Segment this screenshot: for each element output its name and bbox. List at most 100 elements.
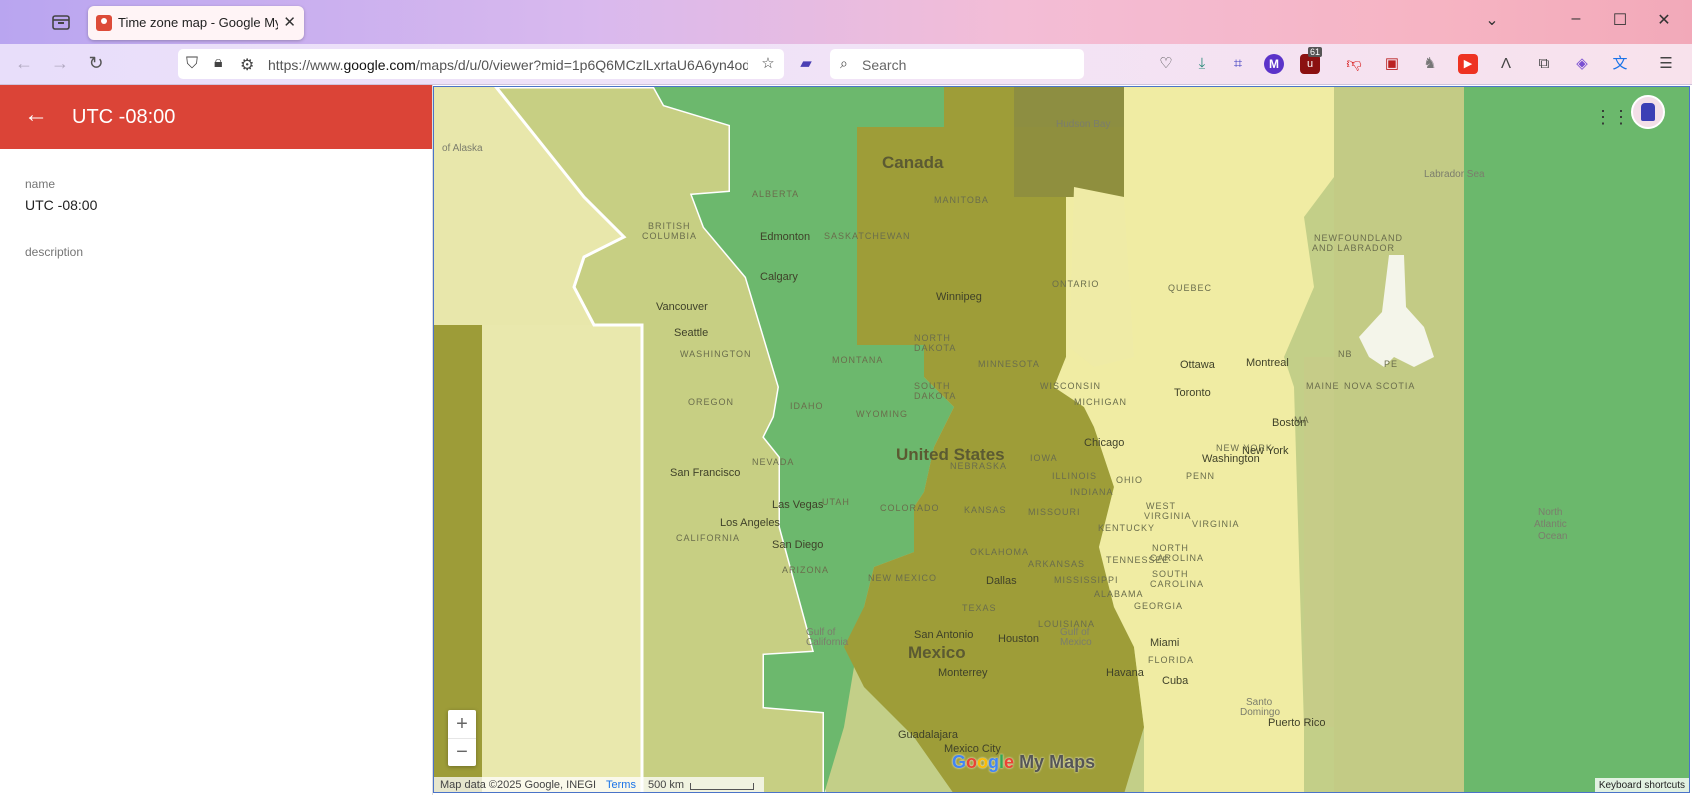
map-label: ALABAMA [1094,589,1144,599]
map-label: WYOMING [856,409,908,419]
map-label-city: Monterrey [938,667,988,679]
zone-far-east-green[interactable] [1464,87,1690,793]
map-label: NB [1338,349,1353,359]
name-field-value: UTC -08:00 [25,197,98,213]
tab-list-icon[interactable] [50,11,72,33]
map-label: CAROLINA [1150,553,1205,563]
map-label: DAKOTA [914,391,957,401]
permissions-icon[interactable]: ⚙ [240,55,254,75]
map-label: ONTARIO [1052,279,1100,289]
address-bar[interactable]: ⛉ 🔒︎ ⚙ https://www.google.com/maps/d/u/0… [178,49,784,79]
my-maps-favicon-icon [96,15,112,31]
map-label-country: Canada [882,153,944,172]
map-label: NEW MEXICO [868,573,938,583]
pocket-icon[interactable]: ♡ [1156,54,1176,74]
zone-atlantic[interactable] [1334,87,1464,793]
map-label-city: San Francisco [670,467,741,479]
map-label: WISCONSIN [1040,381,1102,391]
scale-bar [690,783,754,790]
google-my-maps-logo: Google My Maps [952,752,1096,772]
map-label-city: Winnipeg [936,291,982,303]
map-label-country: United States [896,445,1005,464]
map-label: PE [1384,359,1399,369]
map-label: California [806,637,849,648]
map-label: Mexico [1060,637,1092,648]
ublock-count-badge: 61 [1308,47,1323,57]
hamburger-menu-icon[interactable]: ☰ [1656,54,1676,74]
map-label: INDIANA [1070,487,1114,497]
map-label: NORTH [1152,543,1189,553]
map-label: NEVADA [752,457,795,467]
map-label-city: San Antonio [914,629,974,641]
navigation-toolbar: ← → ↻ ⛉ 🔒︎ ⚙ https://www.google.com/maps… [0,44,1692,85]
map-label-city: San Diego [772,539,824,551]
map-label: AND LABRADOR [1312,243,1396,253]
map-label: MINNESOTA [978,359,1040,369]
map-label: Ocean [1538,531,1568,542]
map-footer: Map data ©2025 Google, INEGI Terms 500 k… [434,777,764,792]
extensions-puzzle-icon[interactable]: ⧉ [1534,54,1554,74]
zoom-out-button[interactable]: − [448,738,476,766]
zone-pacific-ocean-pale [482,325,642,792]
zoom-control: + − [448,710,476,766]
keyboard-shortcuts-link[interactable]: Keyboard shortcuts [1594,778,1689,792]
map-label-city: Houston [998,633,1039,645]
bookmark-star-icon[interactable]: ☆ [758,54,778,74]
map-label: Atlantic [1534,519,1567,530]
shield-icon[interactable]: ⛉ [186,55,198,73]
book-extension-icon[interactable]: ▣ [1382,54,1402,74]
map-label: PENN [1186,471,1216,481]
map-label-city: Ottawa [1180,359,1215,371]
map-label: KANSAS [964,505,1007,515]
zone-ontario-west [1069,187,1134,367]
map-label: BRITISH [648,221,691,231]
search-placeholder: Search [862,57,907,73]
forward-arrow-icon[interactable]: → [48,53,72,74]
map-label: MONTANA [832,355,884,365]
account-avatar[interactable] [1631,95,1665,129]
url-text[interactable]: https://www.google.com/maps/d/u/0/viewer… [268,57,748,73]
tab-overflow-chevron-icon[interactable]: ⌄ [1480,10,1504,30]
map-label-city: Guadalajara [898,729,958,741]
ghost-extension-icon[interactable]: ♞ [1420,54,1440,74]
map-label-city: Las Vegas [772,499,824,511]
extension-screen-icon[interactable]: ▰ [796,54,816,74]
mastodon-extension-icon[interactable]: M [1264,54,1284,74]
map-label: Hudson Bay [1056,119,1111,130]
font-extension-icon[interactable]: Ʌ [1496,54,1516,74]
back-arrow-icon[interactable]: ← [24,101,48,129]
map-label-city: Puerto Rico [1268,717,1326,729]
time-zone-overlay [434,87,1690,793]
map-label: MISSOURI [1028,507,1081,517]
map-canvas[interactable]: of Alaska Canada Hudson Bay Labrador Sea… [433,86,1690,793]
zone-atlantic-south [1304,357,1334,727]
browser-tab-active[interactable]: Time zone map - Google My M ✕ [88,6,304,40]
map-label: WASHINGTON [680,349,752,359]
close-window-icon[interactable]: ✕ [1652,10,1676,30]
screenshot-extension-icon[interactable]: ⌗ [1228,54,1248,74]
scale-label[interactable]: 500 km [648,779,684,791]
map-label: MISSISSIPPI [1054,575,1119,585]
back-arrow-icon[interactable]: ← [12,53,36,74]
tab-close-icon[interactable]: ✕ [283,13,296,31]
tab-bar: Time zone map - Google My M ✕ ⌄ – ☐ ✕ [0,0,1692,44]
map-label: VIRGINIA [1144,511,1192,521]
zoom-in-button[interactable]: + [448,710,476,739]
map-label-city: Chicago [1084,437,1125,449]
map-label: NEWFOUNDLAND [1314,233,1404,243]
dislike-extension-icon[interactable]: 👎︎ [1344,54,1364,74]
maximize-window-icon[interactable]: ☐ [1608,10,1632,30]
reload-icon[interactable]: ↻ [84,53,108,74]
translate-extension-icon[interactable]: 文 [1610,54,1630,74]
minimize-window-icon[interactable]: – [1564,10,1588,28]
downloads-icon[interactable]: ⤓ [1192,54,1212,74]
terms-link[interactable]: Terms [606,779,636,791]
map-label: Labrador Sea [1424,169,1485,180]
search-box[interactable]: ⌕ Search [830,49,1084,79]
lock-icon[interactable]: 🔒︎ [214,54,223,72]
map-label: SOUTH [1152,569,1189,579]
cube-extension-icon[interactable]: ◈ [1572,54,1592,74]
map-label: ARIZONA [782,565,830,575]
ublock-icon[interactable]: u [1300,54,1320,74]
video-extension-icon[interactable]: ▶ [1458,54,1478,74]
